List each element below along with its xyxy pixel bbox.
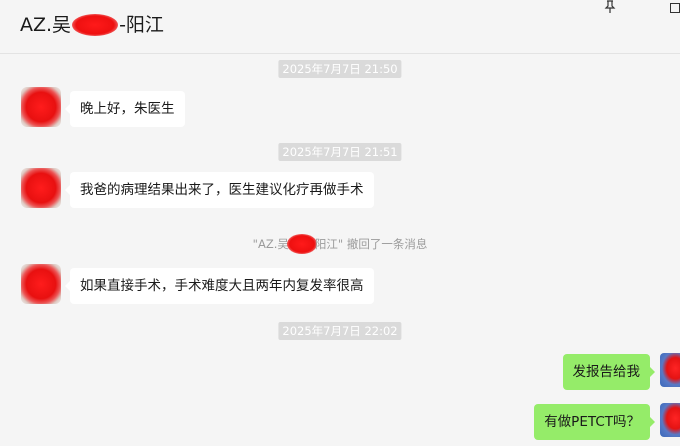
outgoing-message[interactable]: 有做PETCT吗？ xyxy=(534,404,655,440)
message-list[interactable]: 2025年7月7日 21:50 晚上好，朱医生 2025年7月7日 21:51 … xyxy=(0,54,680,446)
chat-header: AZ.吴 -阳江 xyxy=(0,0,680,54)
maximize-icon[interactable] xyxy=(666,0,680,16)
timestamp: 2025年7月7日 22:02 xyxy=(278,322,402,340)
recall-notice-text: "AZ.吴 阳江" 撤回了一条消息 xyxy=(252,234,428,254)
chat-title: AZ.吴 -阳江 xyxy=(20,13,164,37)
chat-title-prefix: AZ.吴 xyxy=(20,14,72,36)
recall-prefix: "AZ.吴 xyxy=(252,237,289,251)
contact-avatar[interactable] xyxy=(21,264,61,304)
incoming-message[interactable]: 晚上好，朱医生 xyxy=(65,91,185,127)
recall-notice: "AZ.吴 阳江" 撤回了一条消息 xyxy=(0,234,680,254)
self-avatar[interactable] xyxy=(660,353,680,387)
chat-title-suffix: -阳江 xyxy=(119,14,164,36)
outgoing-message[interactable]: 发报告给我 xyxy=(562,354,655,390)
timestamp: 2025年7月7日 21:50 xyxy=(278,60,402,78)
pin-icon-glyph xyxy=(604,0,616,13)
recall-suffix: 阳江" 撤回了一条消息 xyxy=(314,237,428,251)
incoming-message[interactable]: 如果直接手术，手术难度大且两年内复发率很高 xyxy=(65,268,374,304)
contact-avatar[interactable] xyxy=(21,87,61,127)
redaction-mark xyxy=(286,234,317,254)
self-avatar[interactable] xyxy=(660,403,680,437)
pin-icon[interactable] xyxy=(601,0,619,16)
redaction-mark xyxy=(72,14,119,36)
maximize-box xyxy=(670,3,680,13)
incoming-message[interactable]: 我爸的病理结果出来了，医生建议化疗再做手术 xyxy=(65,172,374,208)
contact-avatar[interactable] xyxy=(21,168,61,208)
timestamp: 2025年7月7日 21:51 xyxy=(278,143,402,161)
